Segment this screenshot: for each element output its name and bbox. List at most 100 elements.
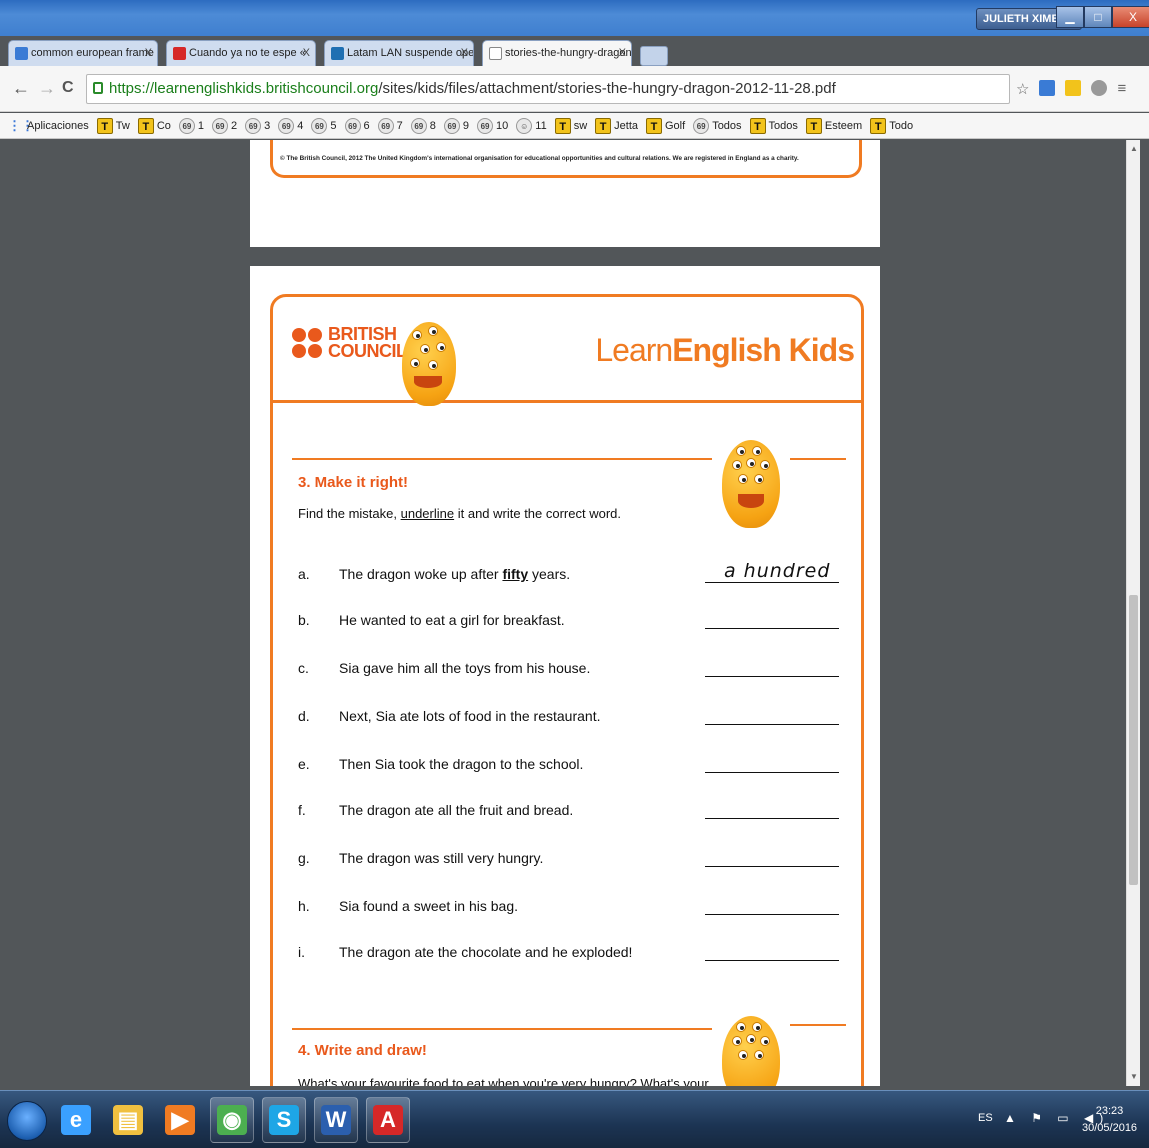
bookmark-item[interactable]: 69 2 [212,117,238,134]
bookmark-label: Esteem [824,119,863,132]
bookmark-item[interactable]: 69 3 [245,117,270,134]
bookmark-item[interactable]: T Tw [96,117,130,134]
url-path: /sites/kids/files/attachment/stories-the… [378,80,836,97]
tab-close-icon[interactable]: X [303,41,310,66]
bookmark-star-icon[interactable]: ☆ [1016,80,1029,98]
tab-common-european-framework[interactable]: common european frame X [8,40,158,66]
bookmark-item[interactable]: ☺ 11 [516,117,547,134]
bookmark-item[interactable]: 69 4 [278,117,303,134]
page-border [270,294,864,1086]
bookmark-item[interactable]: 69 8 [410,117,436,134]
skype-icon[interactable]: S [262,1097,306,1143]
bookmark-item[interactable]: T Todos [749,117,798,134]
file-explorer-icon[interactable]: ▤ [106,1097,150,1143]
t-icon: T [749,117,766,134]
back-arrow-icon[interactable]: ← [12,78,30,99]
o-icon: 69 [443,117,460,134]
tab-close-icon[interactable]: X [461,41,468,66]
tab-label: common european frame [31,47,154,59]
chrome-icon[interactable]: ◉ [210,1097,254,1143]
browser-toolbar: ← → C https://learnenglishkids.britishco… [0,66,1149,112]
underlined-mistake: fifty [502,566,529,582]
pdf-viewer[interactable]: © The British Council, 2012 The United K… [0,140,1126,1086]
bookmark-label: 2 [231,119,238,132]
section-divider [292,1028,712,1030]
monster-mascot-icon [718,1014,784,1086]
bookmark-item[interactable]: T Co [137,117,171,134]
tab-close-icon[interactable]: X [619,41,626,66]
scroll-up-icon[interactable]: ▲ [1130,144,1138,153]
word-icon[interactable]: W [314,1097,358,1143]
o-icon: 69 [693,117,710,134]
tab-youtube-video[interactable]: Cuando ya no te espe « X [166,40,316,66]
section-title: 3. Make it right! [298,474,409,491]
app-glyph: S [269,1105,299,1135]
bookmark-item[interactable]: T Esteem [805,117,863,134]
header-divider [270,400,864,403]
o-icon: 69 [377,117,394,134]
new-tab-button[interactable] [640,46,668,66]
section-divider [292,458,712,460]
clock[interactable]: 23:23 30/05/2016 [1082,1103,1137,1137]
bookmark-label: sw [573,119,588,132]
bookmark-item[interactable]: 69 6 [344,117,370,134]
scrollbar-thumb[interactable] [1129,595,1138,885]
scroll-down-icon[interactable]: ▼ [1130,1072,1138,1081]
minimize-button[interactable]: ▁ [1056,6,1084,28]
extension-icon[interactable] [1039,80,1056,96]
bookmark-label: Golf [665,119,686,132]
close-window-button[interactable]: X [1112,6,1149,28]
o-icon: ☺ [516,117,533,134]
language-indicator[interactable]: ES [978,1112,993,1124]
tab-close-icon[interactable]: X [145,41,152,66]
bookmark-item[interactable]: ⋮⋮ Aplicaciones [8,118,89,134]
reload-icon[interactable]: C [62,79,74,97]
app-glyph: ◉ [217,1105,247,1135]
acrobat-icon[interactable]: A [366,1097,410,1143]
tab-hungry-dragon-pdf[interactable]: stories-the-hungry-dragon X [482,40,632,66]
menu-icon[interactable]: ≡ [1117,80,1126,98]
youtube-icon [173,47,186,60]
t-icon: T [96,117,113,134]
pdf-page-current: BRITISH COUNCIL LearnEnglish Kids 3. Make… [250,266,880,1086]
answer-line [705,772,839,773]
bookmark-item[interactable]: 69 1 [178,117,204,134]
apps-icon: ⋮⋮ [8,117,34,133]
bookmarks-bar: ⋮⋮ Aplicaciones T Tw T Co 69 1 69 2 69 3 69 4 69 5 69 6 69… [0,113,1149,139]
bookmark-label: 10 [496,119,509,132]
tab-label: stories-the-hungry-dragon [505,47,632,59]
exercise-item: f. The dragon ate all the fruit and brea… [298,802,839,822]
news-site-icon [331,47,344,60]
bookmark-item[interactable]: T Todo [870,117,913,134]
t-icon: T [805,117,822,134]
start-button-icon[interactable] [7,1101,47,1141]
internet-explorer-icon[interactable]: e [54,1097,98,1143]
bookmark-item[interactable]: 69 Todos [693,117,742,134]
bookmark-item[interactable]: 69 5 [311,117,337,134]
exercise-item: d. Next, Sia ate lots of food in the res… [298,708,839,728]
bookmark-item[interactable]: 69 9 [443,117,469,134]
british-council-logo: BRITISH COUNCIL [292,325,407,361]
media-player-icon[interactable]: ▶ [158,1097,202,1143]
address-bar[interactable]: https://learnenglishkids.britishcouncil.… [86,74,1010,104]
bookmark-item[interactable]: T Jetta [595,117,638,134]
bookmark-item[interactable]: T Golf [646,117,686,134]
bookmark-item[interactable]: 69 7 [377,117,403,134]
forward-arrow-icon[interactable]: → [38,78,56,99]
maximize-button[interactable]: □ [1084,6,1112,28]
logo-text: COUNCIL [328,341,407,361]
section-text: What's your favourite food to eat when y… [298,1076,709,1086]
tab-latam-news[interactable]: Latam LAN suspende ope X [324,40,474,66]
vertical-scrollbar[interactable]: ▲ ▼ [1126,140,1140,1086]
exercise-item: a. The dragon woke up after fifty years.… [298,560,839,586]
system-tray: ES ▲ ⚑ ▭ ◀) 23:23 30/05/2016 [978,1091,1149,1148]
extension-icon[interactable] [1091,80,1108,96]
extension-icon[interactable] [1065,80,1082,96]
bookmark-item[interactable]: Tsw [554,117,588,134]
t-icon: T [870,117,887,134]
o-icon: 69 [344,117,361,134]
bookmark-label: Todos [712,119,742,132]
bookmark-item[interactable]: 69 10 [477,117,509,134]
app-glyph: W [321,1105,351,1135]
bookmark-label: Jetta [614,119,638,132]
